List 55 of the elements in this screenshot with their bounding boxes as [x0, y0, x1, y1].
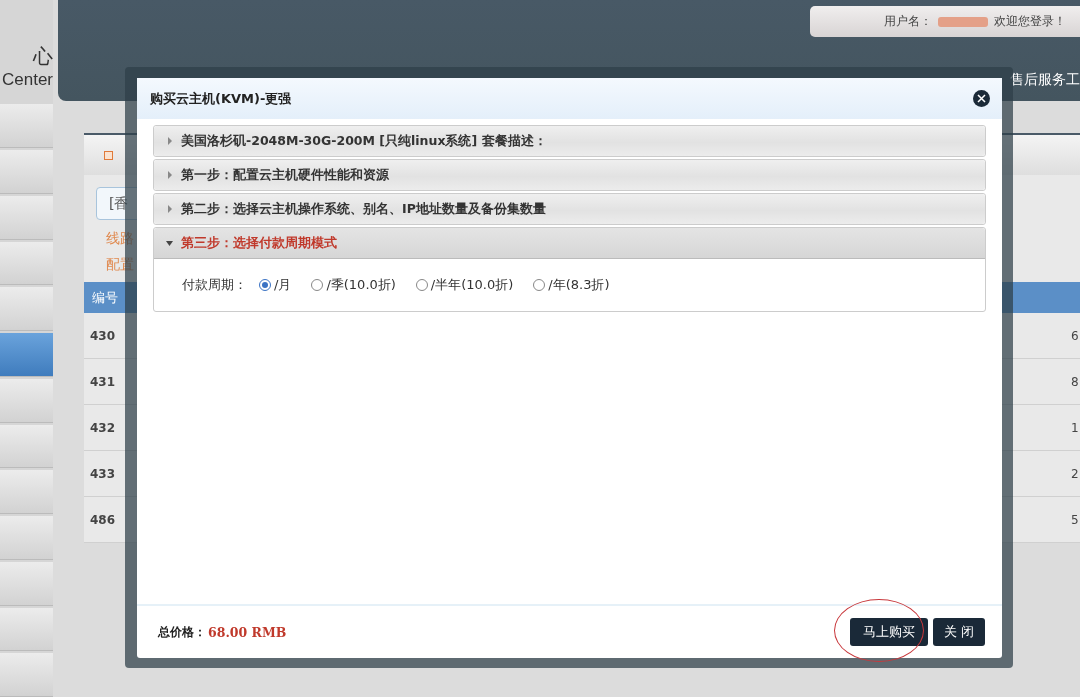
close-button[interactable] — [973, 90, 990, 107]
redacted-username — [938, 16, 988, 27]
total-label: 总价格： — [158, 623, 206, 641]
user-label: 用户名： — [884, 13, 932, 30]
sidebar-item[interactable] — [0, 607, 53, 652]
accordion-header[interactable]: 第一步：配置云主机硬件性能和资源 — [154, 160, 985, 190]
column-header: 编号 — [92, 288, 118, 307]
radio-button[interactable] — [259, 279, 271, 291]
accordion-header[interactable]: 第二步：选择云主机操作系统、别名、IP地址数量及备份集数量 — [154, 194, 985, 224]
table-cell: 432 — [90, 420, 116, 435]
brand-subtitle: Center — [1, 70, 53, 91]
sidebar-item[interactable] — [0, 195, 53, 240]
table-cell: 430 — [90, 328, 116, 343]
accordion-header[interactable]: 第三步：选择付款周期模式 — [154, 228, 985, 259]
caret-icon — [166, 171, 173, 179]
radio-label: /季(10.0折) — [326, 276, 396, 294]
sidebar-item[interactable] — [0, 653, 53, 697]
sidebar-item[interactable] — [0, 424, 53, 469]
close-icon — [977, 94, 986, 103]
sidebar-item[interactable] — [0, 150, 53, 194]
total-price: 68.00 RMB — [208, 624, 287, 640]
nav-link[interactable]: 售后服务工 — [1010, 71, 1080, 89]
sidebar-item[interactable] — [0, 561, 53, 606]
caret-icon — [166, 137, 173, 145]
sidebar-item[interactable] — [0, 516, 53, 560]
radio-label: /半年(10.0折) — [430, 276, 514, 294]
buy-button[interactable]: 马上购买 — [850, 618, 928, 646]
caret-icon — [166, 239, 173, 247]
sidebar-item[interactable] — [0, 287, 53, 332]
brand-title: 心 — [33, 44, 53, 70]
caret-icon — [166, 205, 173, 213]
radio-button[interactable] — [311, 279, 324, 291]
table-cell: 2 — [1071, 466, 1080, 481]
table-cell: 8 — [1071, 374, 1080, 389]
table-cell: 433 — [90, 466, 116, 481]
dialog-title: 购买云主机(KVM)-更强 — [150, 89, 292, 108]
table-cell: 431 — [90, 374, 116, 389]
radio-button[interactable] — [415, 279, 428, 291]
table-cell: 1 — [1071, 420, 1080, 435]
close-dialog-button[interactable]: 关 闭 — [933, 618, 985, 646]
radio-label: /月 — [274, 276, 292, 294]
field-label: 付款周期： — [182, 276, 247, 294]
sidebar-item[interactable] — [0, 470, 53, 515]
table-cell: 6 — [1071, 328, 1080, 343]
radio-button[interactable] — [533, 279, 546, 291]
sidebar-item[interactable] — [0, 241, 53, 286]
welcome-text: 欢迎您登录！ — [994, 13, 1066, 30]
panel-icon — [104, 150, 113, 160]
table-cell: 486 — [90, 512, 116, 527]
sidebar-item[interactable] — [0, 104, 53, 149]
radio-label: /年(8.3折) — [548, 276, 610, 294]
table-cell: 5 — [1071, 512, 1080, 527]
sidebar-item[interactable] — [0, 333, 53, 377]
sidebar-item[interactable] — [0, 378, 53, 423]
accordion-header[interactable]: 美国洛杉矶-2048M-30G-200M [只纯linux系统] 套餐描述： — [154, 126, 985, 156]
